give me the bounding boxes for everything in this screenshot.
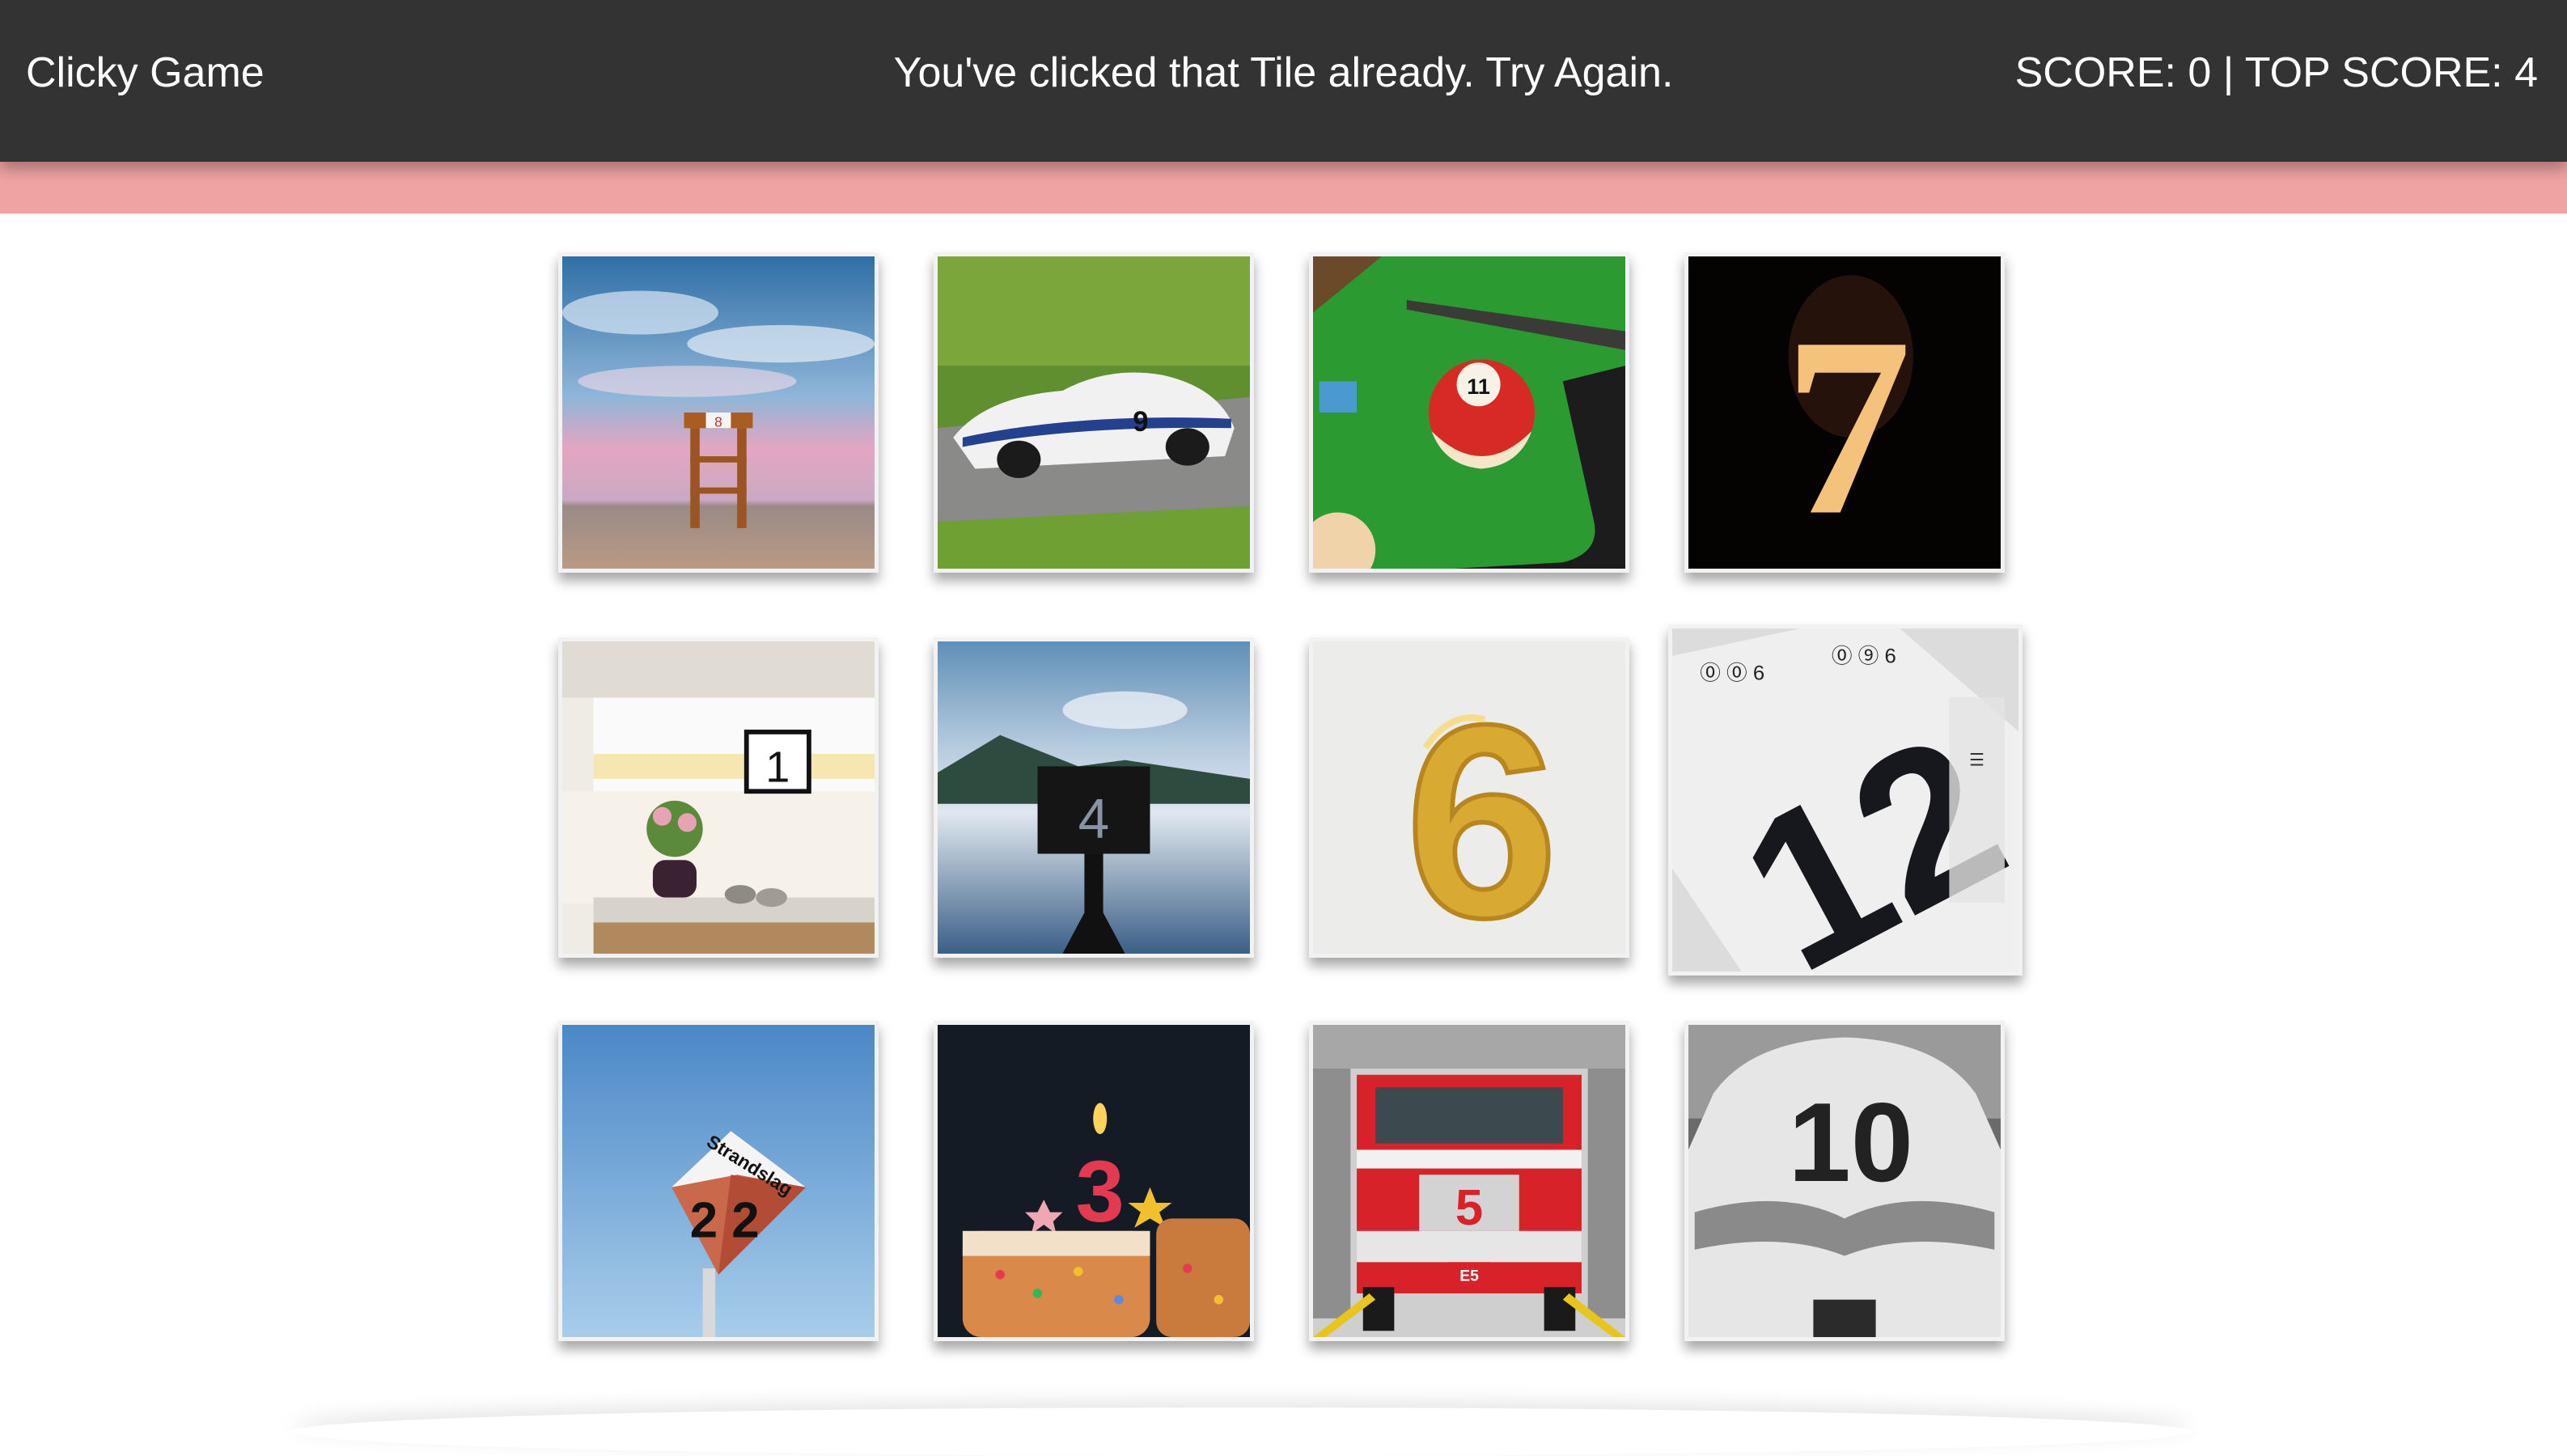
score-display: SCORE: 0 | TOP SCORE: 4 <box>2014 49 2538 96</box>
newspaper-image: ⓪ ⓪ 6 ⓪ ⑨ 6 12 ☰ <box>1672 629 2018 971</box>
tile-window-sign[interactable]: 1 <box>558 637 879 958</box>
race-car-image: 9 <box>938 256 1250 569</box>
tile-billiard-ball[interactable]: 11 <box>1309 252 1629 573</box>
tile-fire-number[interactable]: 7 <box>1684 252 2005 573</box>
tile-race-car[interactable]: 9 <box>934 252 1254 573</box>
tile-number-label: 7 <box>1784 286 1912 569</box>
strandslag-sign-image: Strandslag 2 2 <box>562 1025 875 1337</box>
error-flash-bar <box>0 162 2567 214</box>
tile-number-label: 9 <box>1133 407 1148 438</box>
lake-sign-image: 4 <box>938 641 1250 954</box>
tile-number-label: 5 <box>1455 1180 1483 1236</box>
tile-gold-balloon[interactable]: 6 <box>1309 637 1629 958</box>
tile-number-label: 4 <box>1078 787 1110 850</box>
fire-number-image: 7 <box>1688 256 2001 569</box>
footer-shadow <box>291 1407 2192 1456</box>
tile-number-label: 6 <box>1405 667 1558 954</box>
plate-text: E5 <box>1459 1268 1479 1285</box>
svg-text:☰: ☰ <box>1969 751 1985 770</box>
lifeguard-tower-image: 8 <box>562 256 875 569</box>
tile-birthday-cake[interactable]: 3 <box>934 1021 1254 1341</box>
tile-strandslag-sign[interactable]: Strandslag 2 2 <box>558 1021 879 1341</box>
tile-lifeguard-tower[interactable]: 8 <box>558 252 879 573</box>
tile-number-label: 2 2 <box>690 1192 760 1248</box>
soccer-jersey-image: 10 <box>1688 1025 2001 1337</box>
tile-number-label: 10 <box>1788 1080 1913 1205</box>
tile-number-label: 11 <box>1467 375 1490 399</box>
gold-balloon-image: 6 <box>1313 641 1625 954</box>
tile-fire-truck[interactable]: 5 E5 <box>1309 1021 1629 1341</box>
tile-newspaper[interactable]: ⓪ ⓪ 6 ⓪ ⑨ 6 12 ☰ <box>1668 624 2023 976</box>
svg-text:⓪ ⑨ 6: ⓪ ⑨ 6 <box>1832 645 1896 668</box>
tile-number-label: 8 <box>714 413 722 430</box>
brand-title[interactable]: Clicky Game <box>26 47 265 99</box>
tile-lake-sign[interactable]: 4 <box>934 637 1254 958</box>
tile-number-label: 1 <box>765 743 790 792</box>
fire-truck-image: 5 E5 <box>1313 1025 1625 1337</box>
navbar: Clicky Game You've clicked that Tile alr… <box>0 0 2567 162</box>
tile-number-label: 3 <box>1076 1142 1125 1240</box>
billiard-ball-image: 11 <box>1313 256 1625 569</box>
window-sign-image: 1 <box>562 641 875 954</box>
birthday-cake-image: 3 <box>938 1025 1250 1337</box>
tile-soccer-jersey[interactable]: 10 <box>1684 1021 2005 1341</box>
svg-text:⓪ ⓪ 6: ⓪ ⓪ 6 <box>1700 662 1764 685</box>
